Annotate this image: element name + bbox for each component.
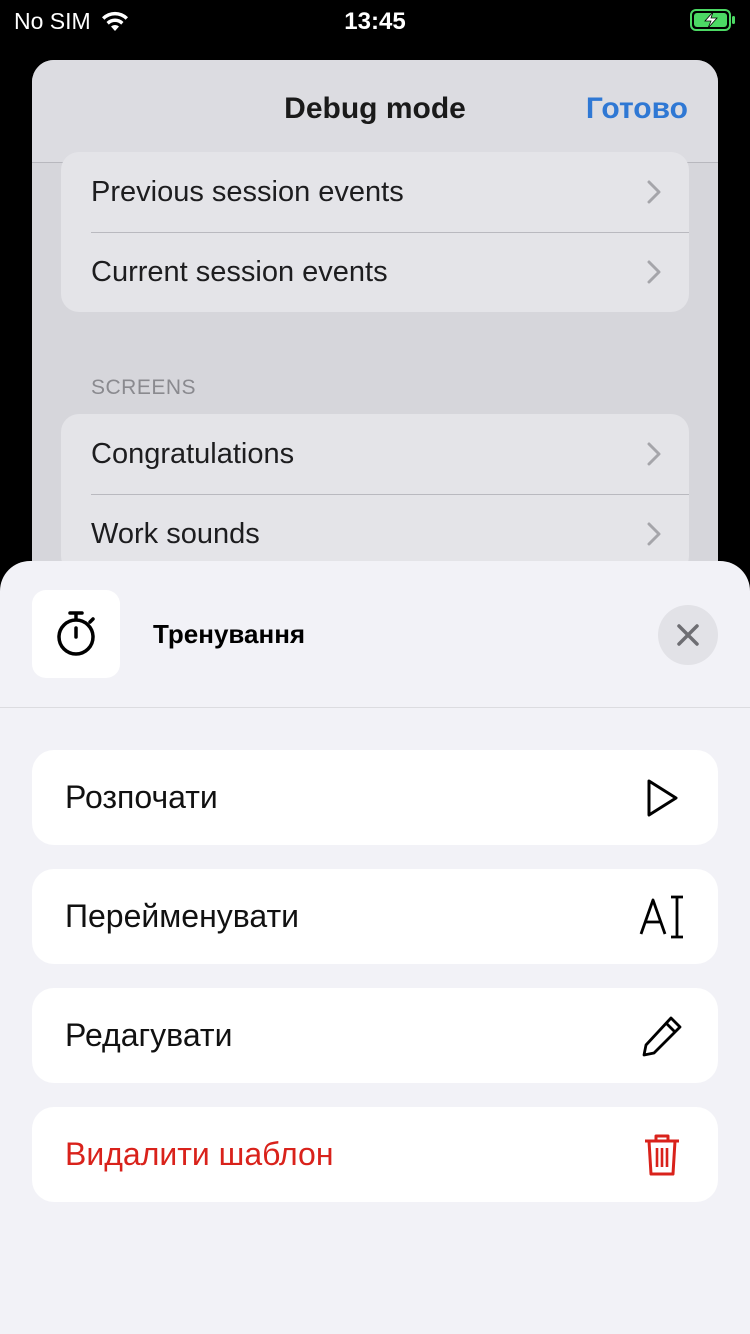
edit-button[interactable]: Редагувати bbox=[32, 988, 718, 1083]
debug-header: Debug mode Готово bbox=[32, 60, 718, 163]
row-label: Work sounds bbox=[91, 517, 260, 550]
close-button[interactable] bbox=[658, 605, 718, 665]
row-congratulations[interactable]: Congratulations bbox=[61, 414, 689, 494]
row-label: Previous session events bbox=[91, 175, 404, 208]
rename-button[interactable]: Перейменувати bbox=[32, 869, 718, 964]
events-group: Previous session events Current session … bbox=[61, 152, 689, 312]
row-label: Current session events bbox=[91, 255, 388, 288]
close-icon bbox=[677, 624, 699, 646]
status-bar: No SIM 13:45 bbox=[0, 0, 750, 40]
action-label: Перейменувати bbox=[65, 898, 299, 934]
chevron-right-icon bbox=[647, 442, 661, 466]
chevron-right-icon bbox=[647, 260, 661, 284]
action-label: Видалити шаблон bbox=[65, 1136, 334, 1172]
sheet-header: Тренування bbox=[0, 561, 750, 708]
pencil-icon bbox=[638, 1012, 686, 1060]
status-time: 13:45 bbox=[344, 8, 406, 35]
row-label: Congratulations bbox=[91, 437, 295, 470]
template-title: Тренування bbox=[153, 619, 306, 649]
rename-text-cursor-icon bbox=[638, 893, 686, 941]
battery-charging-icon bbox=[690, 9, 735, 31]
delete-template-button[interactable]: Видалити шаблон bbox=[32, 1107, 718, 1202]
stopwatch-icon bbox=[57, 611, 95, 656]
screens-section-header: SCREENS bbox=[91, 376, 197, 399]
start-button[interactable]: Розпочати bbox=[32, 750, 718, 845]
done-button[interactable]: Готово bbox=[586, 92, 688, 126]
action-label: Редагувати bbox=[65, 1017, 233, 1053]
row-current-session-events[interactable]: Current session events bbox=[61, 232, 689, 312]
chevron-right-icon bbox=[647, 180, 661, 204]
template-icon-tile bbox=[32, 590, 120, 678]
template-action-sheet: Тренування Розпочати Перейменувати Редаг… bbox=[0, 561, 750, 1334]
screens-group: Congratulations Work sounds bbox=[61, 414, 689, 574]
action-label: Розпочати bbox=[65, 779, 218, 815]
trash-icon bbox=[638, 1131, 686, 1179]
chevron-right-icon bbox=[647, 522, 661, 546]
row-previous-session-events[interactable]: Previous session events bbox=[61, 152, 689, 232]
play-icon bbox=[638, 774, 686, 822]
